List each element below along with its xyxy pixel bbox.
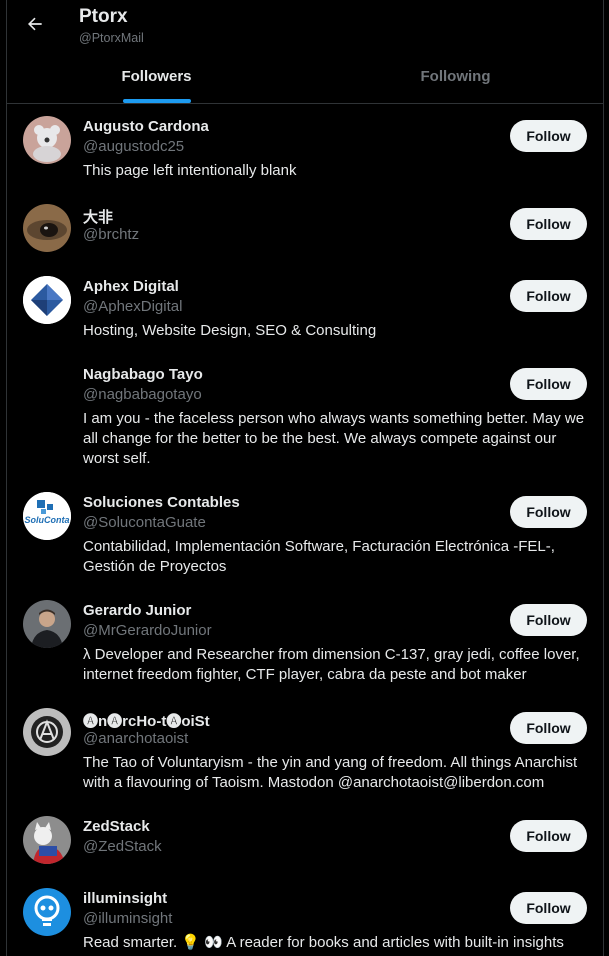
list-item[interactable]: illuminsight @illuminsight Read smarter.… — [7, 888, 603, 956]
avatar[interactable] — [23, 600, 71, 648]
list-item[interactable]: 🅐n🅐rcHo-t🅐oiSt @anarchotaoist The Tao of… — [7, 708, 603, 796]
avatar[interactable]: SoluConta — [23, 492, 71, 540]
page-handle: @PtorxMail — [79, 31, 144, 45]
user-bio: The Tao of Voluntaryism - the yin and ya… — [83, 754, 578, 791]
user-name[interactable]: Gerardo Junior — [83, 602, 191, 619]
back-button[interactable] — [19, 8, 51, 40]
follow-button[interactable]: Follow — [510, 604, 587, 636]
user-name[interactable]: 🅐n🅐rcHo-t🅐oiSt — [83, 710, 210, 731]
follow-button[interactable]: Follow — [510, 120, 587, 152]
user-handle: @augustodc25 — [83, 138, 185, 155]
user-handle: @anarchotaoist — [83, 730, 189, 747]
page-header: Ptorx @PtorxMail Followers Following — [7, 0, 603, 104]
avatar[interactable] — [23, 708, 71, 756]
avatar[interactable] — [23, 364, 71, 412]
user-handle: @illuminsight — [83, 910, 173, 927]
user-handle: @SolucontaGuate — [83, 514, 206, 531]
avatar[interactable] — [23, 888, 71, 936]
user-handle: @brchtz — [83, 226, 140, 243]
user-bio: λ Developer and Researcher from dimensio… — [83, 646, 580, 683]
follow-button[interactable]: Follow — [510, 280, 587, 312]
user-handle: @AphexDigital — [83, 298, 183, 315]
user-name[interactable]: illuminsight — [83, 890, 167, 907]
list-item[interactable]: Nagbabago Tayo @nagbabagotayo I am you -… — [7, 364, 603, 472]
lightbulb-logo-icon — [23, 888, 71, 936]
user-bio: This page left intentionally blank — [83, 162, 297, 179]
user-name[interactable]: Aphex Digital — [83, 278, 179, 295]
user-bio: Hosting, Website Design, SEO & Consultin… — [83, 322, 377, 339]
svg-text:SoluConta: SoluConta — [25, 515, 70, 525]
soluconta-logo-icon: SoluConta — [23, 492, 71, 540]
blue-diamond-logo-icon — [23, 276, 71, 324]
avatar[interactable] — [23, 276, 71, 324]
page-title: Ptorx — [79, 6, 128, 27]
list-item[interactable]: 大非 @brchtz Follow — [7, 204, 603, 260]
user-name[interactable]: ZedStack — [83, 818, 150, 835]
followers-panel: Ptorx @PtorxMail Followers Following Aug… — [6, 0, 604, 956]
avatar[interactable] — [23, 204, 71, 252]
active-tab-indicator — [123, 99, 191, 103]
user-name[interactable]: 大非 — [83, 206, 113, 227]
avatar[interactable] — [23, 816, 71, 864]
user-handle: @nagbabagotayo — [83, 386, 202, 403]
cat-photo-icon — [23, 816, 71, 864]
user-bio: I am you - the faceless person who alway… — [83, 410, 585, 467]
follow-button[interactable]: Follow — [510, 208, 587, 240]
list-item[interactable]: SoluConta Soluciones Contables @Solucont… — [7, 492, 603, 580]
list-item[interactable]: Gerardo Junior @MrGerardoJunior λ Develo… — [7, 600, 603, 688]
koala-photo-icon — [23, 116, 71, 164]
follow-button[interactable]: Follow — [510, 712, 587, 744]
tab-following-label: Following — [420, 68, 491, 85]
user-handle: @ZedStack — [83, 838, 162, 855]
avatar[interactable] — [23, 116, 71, 164]
tab-following[interactable]: Following — [306, 56, 605, 104]
user-name[interactable]: Soluciones Contables — [83, 494, 240, 511]
user-bio: Read smarter. 💡 👀 A reader for books and… — [83, 934, 564, 951]
follow-button[interactable]: Follow — [510, 820, 587, 852]
follow-button[interactable]: Follow — [510, 496, 587, 528]
user-name[interactable]: Augusto Cardona — [83, 118, 209, 135]
follow-button[interactable]: Follow — [510, 368, 587, 400]
back-arrow-icon — [28, 17, 42, 31]
follow-button[interactable]: Follow — [510, 892, 587, 924]
tab-followers[interactable]: Followers — [7, 56, 306, 104]
eye-closeup-photo-icon — [23, 204, 71, 252]
list-item[interactable]: Aphex Digital @AphexDigital Hosting, Web… — [7, 276, 603, 348]
anarchy-symbol-icon — [23, 708, 71, 756]
user-handle: @MrGerardoJunior — [83, 622, 212, 639]
list-item[interactable]: Augusto Cardona @augustodc25 This page l… — [7, 116, 603, 188]
user-bio: Contabilidad, Implementación Software, F… — [83, 538, 555, 575]
user-name[interactable]: Nagbabago Tayo — [83, 366, 203, 383]
list-item[interactable]: ZedStack @ZedStack Follow — [7, 816, 603, 872]
person-photo-icon — [23, 600, 71, 648]
